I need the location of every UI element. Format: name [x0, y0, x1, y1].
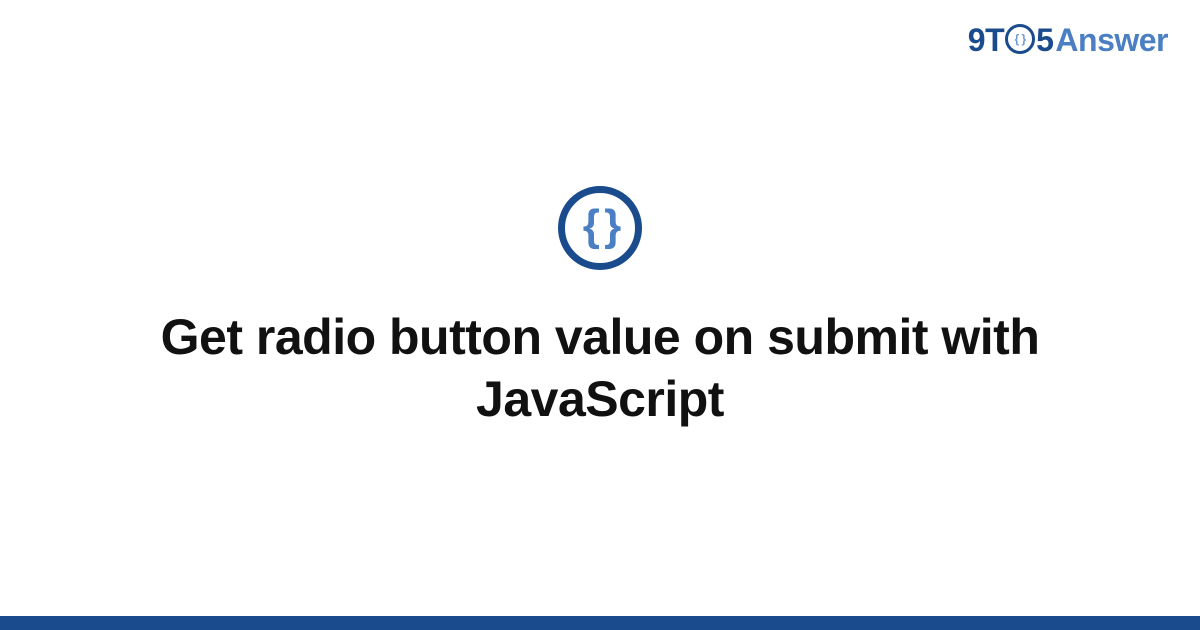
- main-content: { } Get radio button value on submit wit…: [0, 0, 1200, 616]
- footer-accent-bar: [0, 616, 1200, 630]
- page-title: Get radio button value on submit with Ja…: [100, 306, 1100, 431]
- braces-icon: { }: [583, 204, 617, 248]
- category-badge-icon: { }: [558, 186, 642, 270]
